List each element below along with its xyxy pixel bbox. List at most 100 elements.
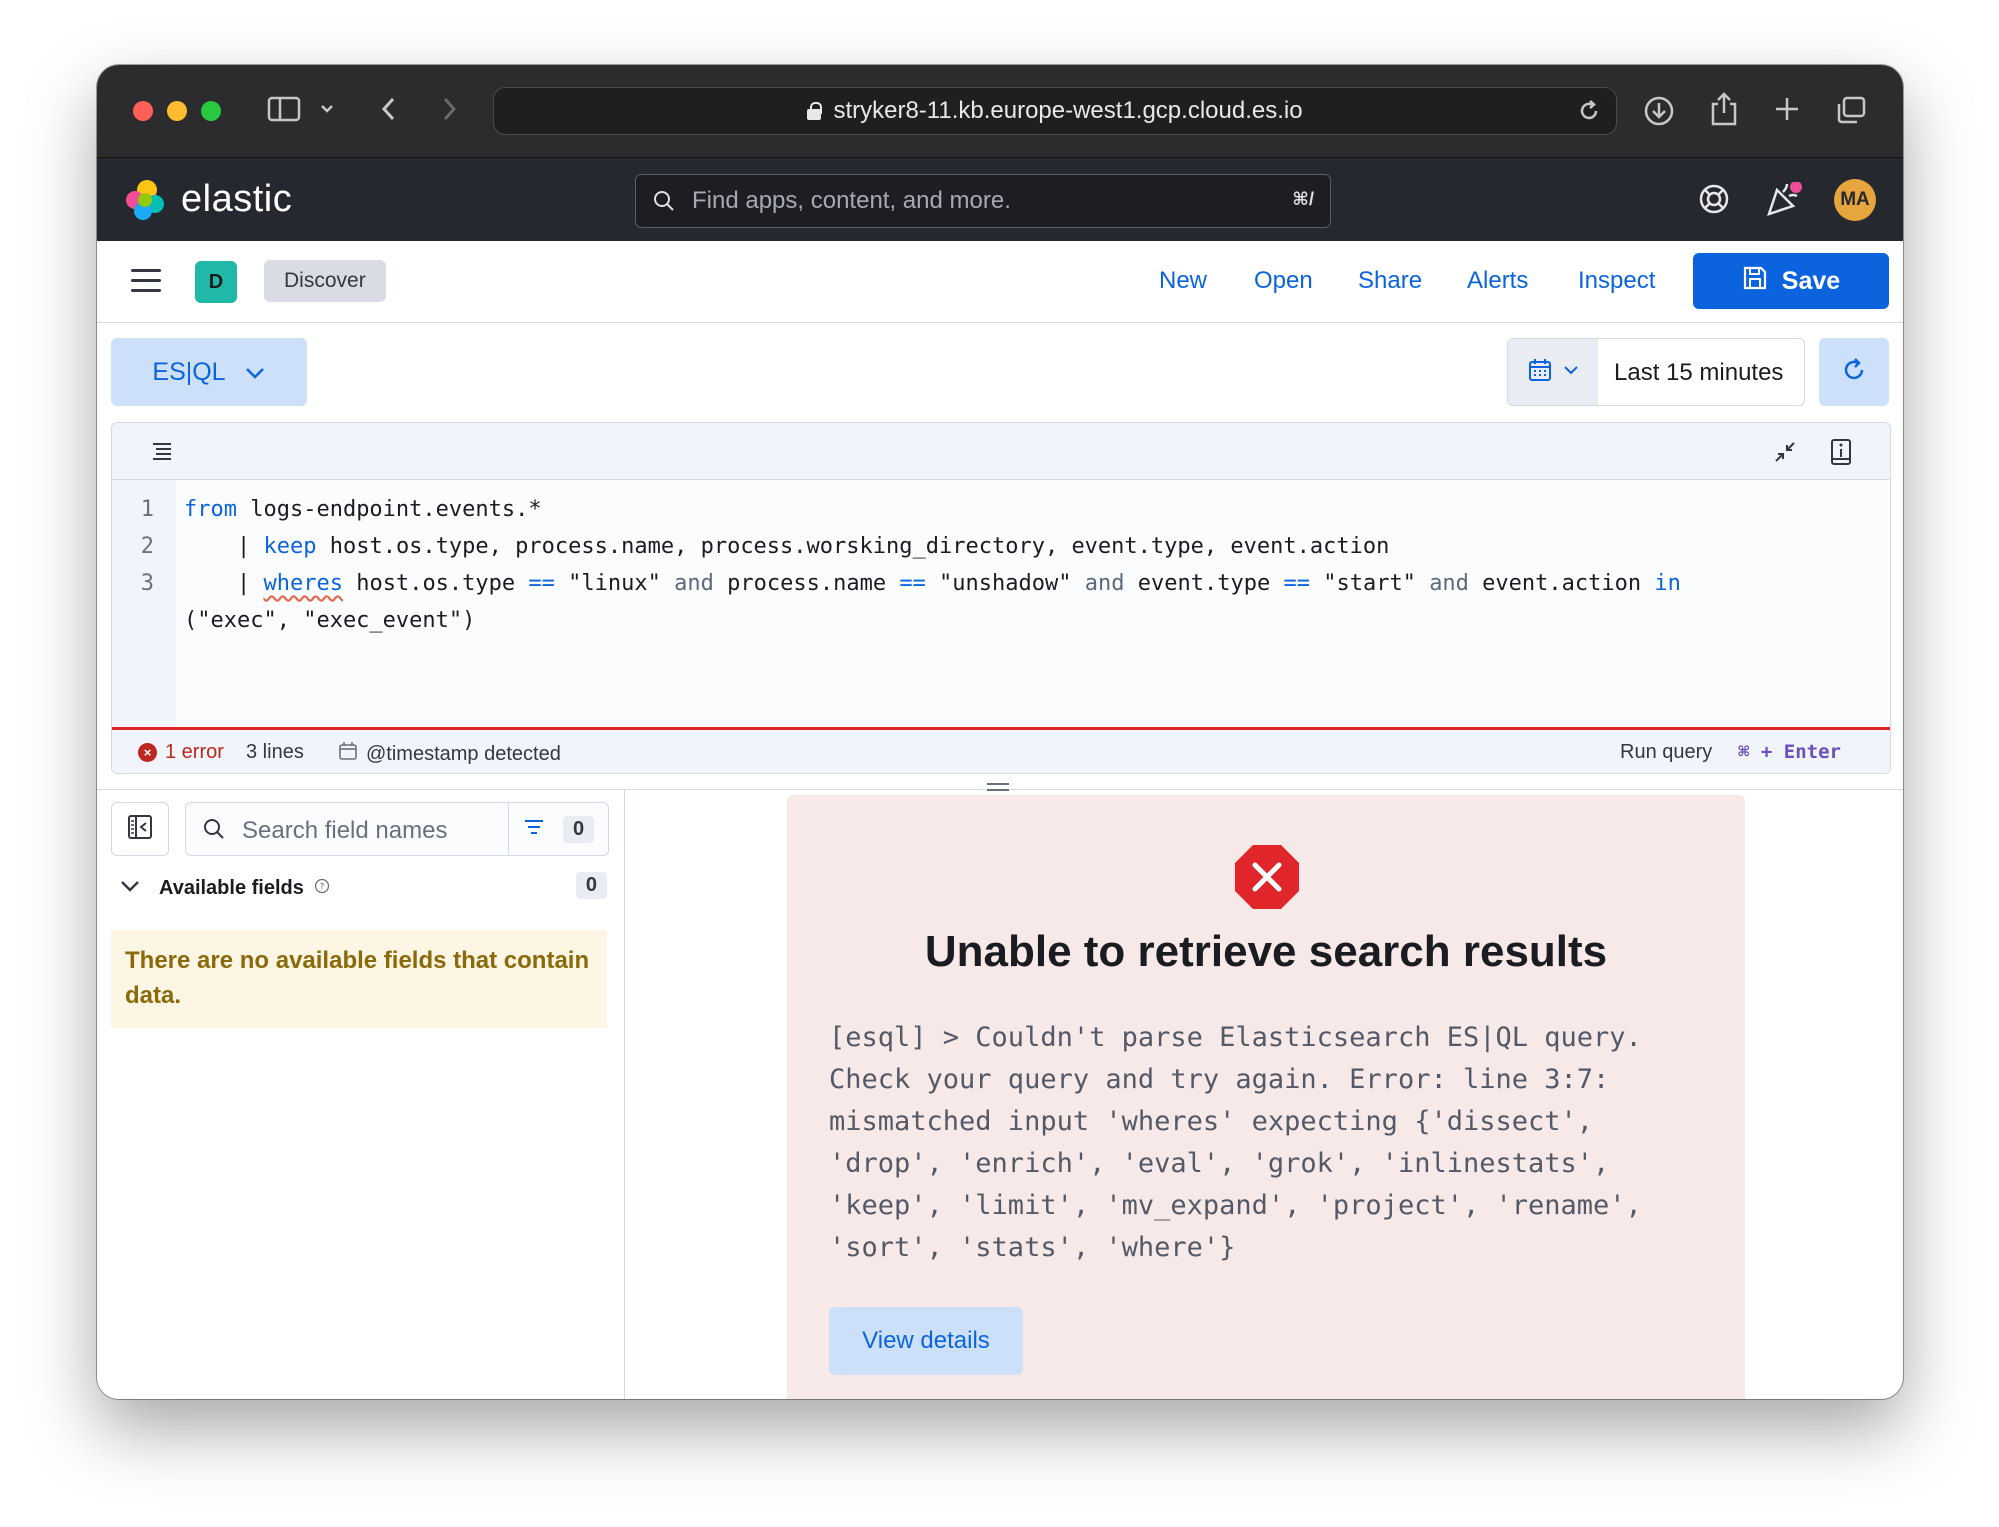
minimize-window-button[interactable] <box>167 101 187 121</box>
global-search-input[interactable]: Find apps, content, and more. ⌘/ <box>635 174 1331 228</box>
lock-icon <box>807 102 821 120</box>
search-icon <box>652 189 676 220</box>
zoom-window-button[interactable] <box>201 101 221 121</box>
available-fields-accordion[interactable]: Available fields ? 0 <box>119 868 607 908</box>
collapse-sidebar-icon <box>126 813 154 846</box>
code-operator: == <box>1283 571 1310 596</box>
open-link[interactable]: Open <box>1254 267 1313 295</box>
line-number-gutter: 1 2 3 <box>112 480 176 727</box>
refresh-icon <box>1840 356 1868 389</box>
query-language-button[interactable]: ES|QL <box>111 338 307 406</box>
editor-body[interactable]: 1 2 3 from logs-endpoint.events.* | keep… <box>112 480 1890 727</box>
line-number: 1 <box>112 497 154 522</box>
sidebar-toggle-icon[interactable] <box>267 95 301 129</box>
code-text: event.type <box>1125 571 1284 596</box>
field-search-placeholder: Search field names <box>242 817 447 845</box>
filter-count-badge: 0 <box>563 816 594 843</box>
downloads-icon[interactable] <box>1643 95 1675 133</box>
available-fields-count: 0 <box>576 872 607 899</box>
save-button[interactable]: Save <box>1693 253 1889 309</box>
svg-text:?: ? <box>319 882 324 892</box>
error-message: [esql] > Couldn't parse Elasticsearch ES… <box>829 1017 1689 1269</box>
error-title: Unable to retrieve search results <box>787 927 1745 977</box>
refresh-button[interactable] <box>1819 338 1889 406</box>
code-text: logs-endpoint.events.* <box>237 497 542 522</box>
field-filter-button[interactable]: 0 <box>508 803 608 855</box>
tab-overview-icon[interactable] <box>1835 95 1867 131</box>
error-count-label: 1 error <box>165 741 224 764</box>
code-text: host.os.type, process.name, process.wors… <box>316 534 1389 559</box>
calendar-icon <box>1527 357 1553 388</box>
code-line-1: from logs-endpoint.events.* <box>184 497 542 522</box>
quick-menu-button[interactable] <box>1508 339 1598 405</box>
alerts-link[interactable]: Alerts <box>1467 267 1528 295</box>
chevron-down-icon <box>244 358 266 387</box>
line-count: 3 lines <box>246 741 304 764</box>
format-query-icon[interactable] <box>150 439 174 468</box>
help-icon[interactable] <box>1697 182 1731 221</box>
code-keyword: in <box>1654 571 1681 596</box>
share-icon[interactable] <box>1709 91 1739 133</box>
editor-toolbar <box>112 423 1890 480</box>
line-number: 2 <box>112 534 154 559</box>
field-search-input[interactable]: Search field names 0 <box>185 802 609 856</box>
forward-icon[interactable] <box>439 95 459 129</box>
code-line-3: | wheres host.os.type == "linux" and pro… <box>184 571 1681 596</box>
menu-icon[interactable] <box>131 269 161 293</box>
reload-icon[interactable] <box>1576 98 1602 131</box>
code-text: "start" <box>1310 571 1429 596</box>
field-list-sidebar: Search field names 0 Available fields ? … <box>97 790 625 1399</box>
user-avatar[interactable]: MA <box>1834 179 1876 221</box>
no-fields-callout: There are no available fields that conta… <box>111 930 607 1028</box>
query-editor[interactable]: 1 2 3 from logs-endpoint.events.* | keep… <box>111 422 1891 774</box>
minimize-editor-icon[interactable] <box>1772 439 1798 470</box>
brand-name[interactable]: elastic <box>181 178 292 221</box>
address-bar[interactable]: stryker8-11.kb.europe-west1.gcp.cloud.es… <box>493 87 1617 135</box>
news-feed-icon[interactable] <box>1765 182 1803 223</box>
run-query-label[interactable]: Run query <box>1620 741 1712 764</box>
search-icon <box>202 817 226 846</box>
drag-handle-icon[interactable] <box>987 783 1009 791</box>
space-avatar[interactable]: D <box>195 261 237 303</box>
run-query-shortcut: ⌘ + Enter <box>1738 741 1841 763</box>
code-keyword: from <box>184 497 237 522</box>
calendar-icon <box>338 741 358 767</box>
code-text: "linux" <box>555 571 674 596</box>
code-error-token: wheres <box>263 571 342 596</box>
code-text: host.os.type <box>343 571 528 596</box>
timestamp-label: @timestamp detected <box>366 743 561 766</box>
new-tab-icon[interactable] <box>1773 95 1801 129</box>
error-count[interactable]: × 1 error <box>138 741 224 764</box>
code-text: ("exec", "exec_event") <box>184 608 475 633</box>
elastic-logo-icon[interactable] <box>123 178 167 222</box>
query-language-label: ES|QL <box>152 358 225 387</box>
inspect-link[interactable]: Inspect <box>1578 267 1655 295</box>
code-text: process.name <box>714 571 899 596</box>
breadcrumb[interactable]: Discover <box>264 260 386 302</box>
error-icon <box>1233 843 1301 916</box>
new-link[interactable]: New <box>1159 267 1207 295</box>
time-range-label[interactable]: Last 15 minutes <box>1614 359 1783 387</box>
filter-icon <box>523 818 545 841</box>
share-link[interactable]: Share <box>1358 267 1422 295</box>
documentation-icon[interactable] <box>1828 437 1854 472</box>
code-keyword: and <box>674 571 714 596</box>
code-pipe: | <box>184 571 263 596</box>
kibana-header: elastic Find apps, content, and more. ⌘/… <box>97 158 1903 241</box>
code-text: "unshadow" <box>926 571 1085 596</box>
url-text: stryker8-11.kb.europe-west1.gcp.cloud.es… <box>833 97 1302 125</box>
view-details-button[interactable]: View details <box>829 1307 1023 1375</box>
chevron-down-icon[interactable] <box>319 95 335 129</box>
close-window-button[interactable] <box>133 101 153 121</box>
code-keyword: keep <box>263 534 316 559</box>
code-line-2: | keep host.os.type, process.name, proce… <box>184 534 1389 559</box>
available-fields-label: Available fields <box>159 877 304 900</box>
back-icon[interactable] <box>379 95 399 129</box>
error-icon: × <box>138 743 157 762</box>
save-label: Save <box>1782 267 1840 296</box>
date-picker[interactable]: Last 15 minutes <box>1507 338 1805 406</box>
info-icon[interactable]: ? <box>314 878 330 899</box>
collapse-sidebar-button[interactable] <box>111 802 169 856</box>
chevron-down-icon <box>1563 363 1579 381</box>
code-pipe: | <box>184 534 263 559</box>
